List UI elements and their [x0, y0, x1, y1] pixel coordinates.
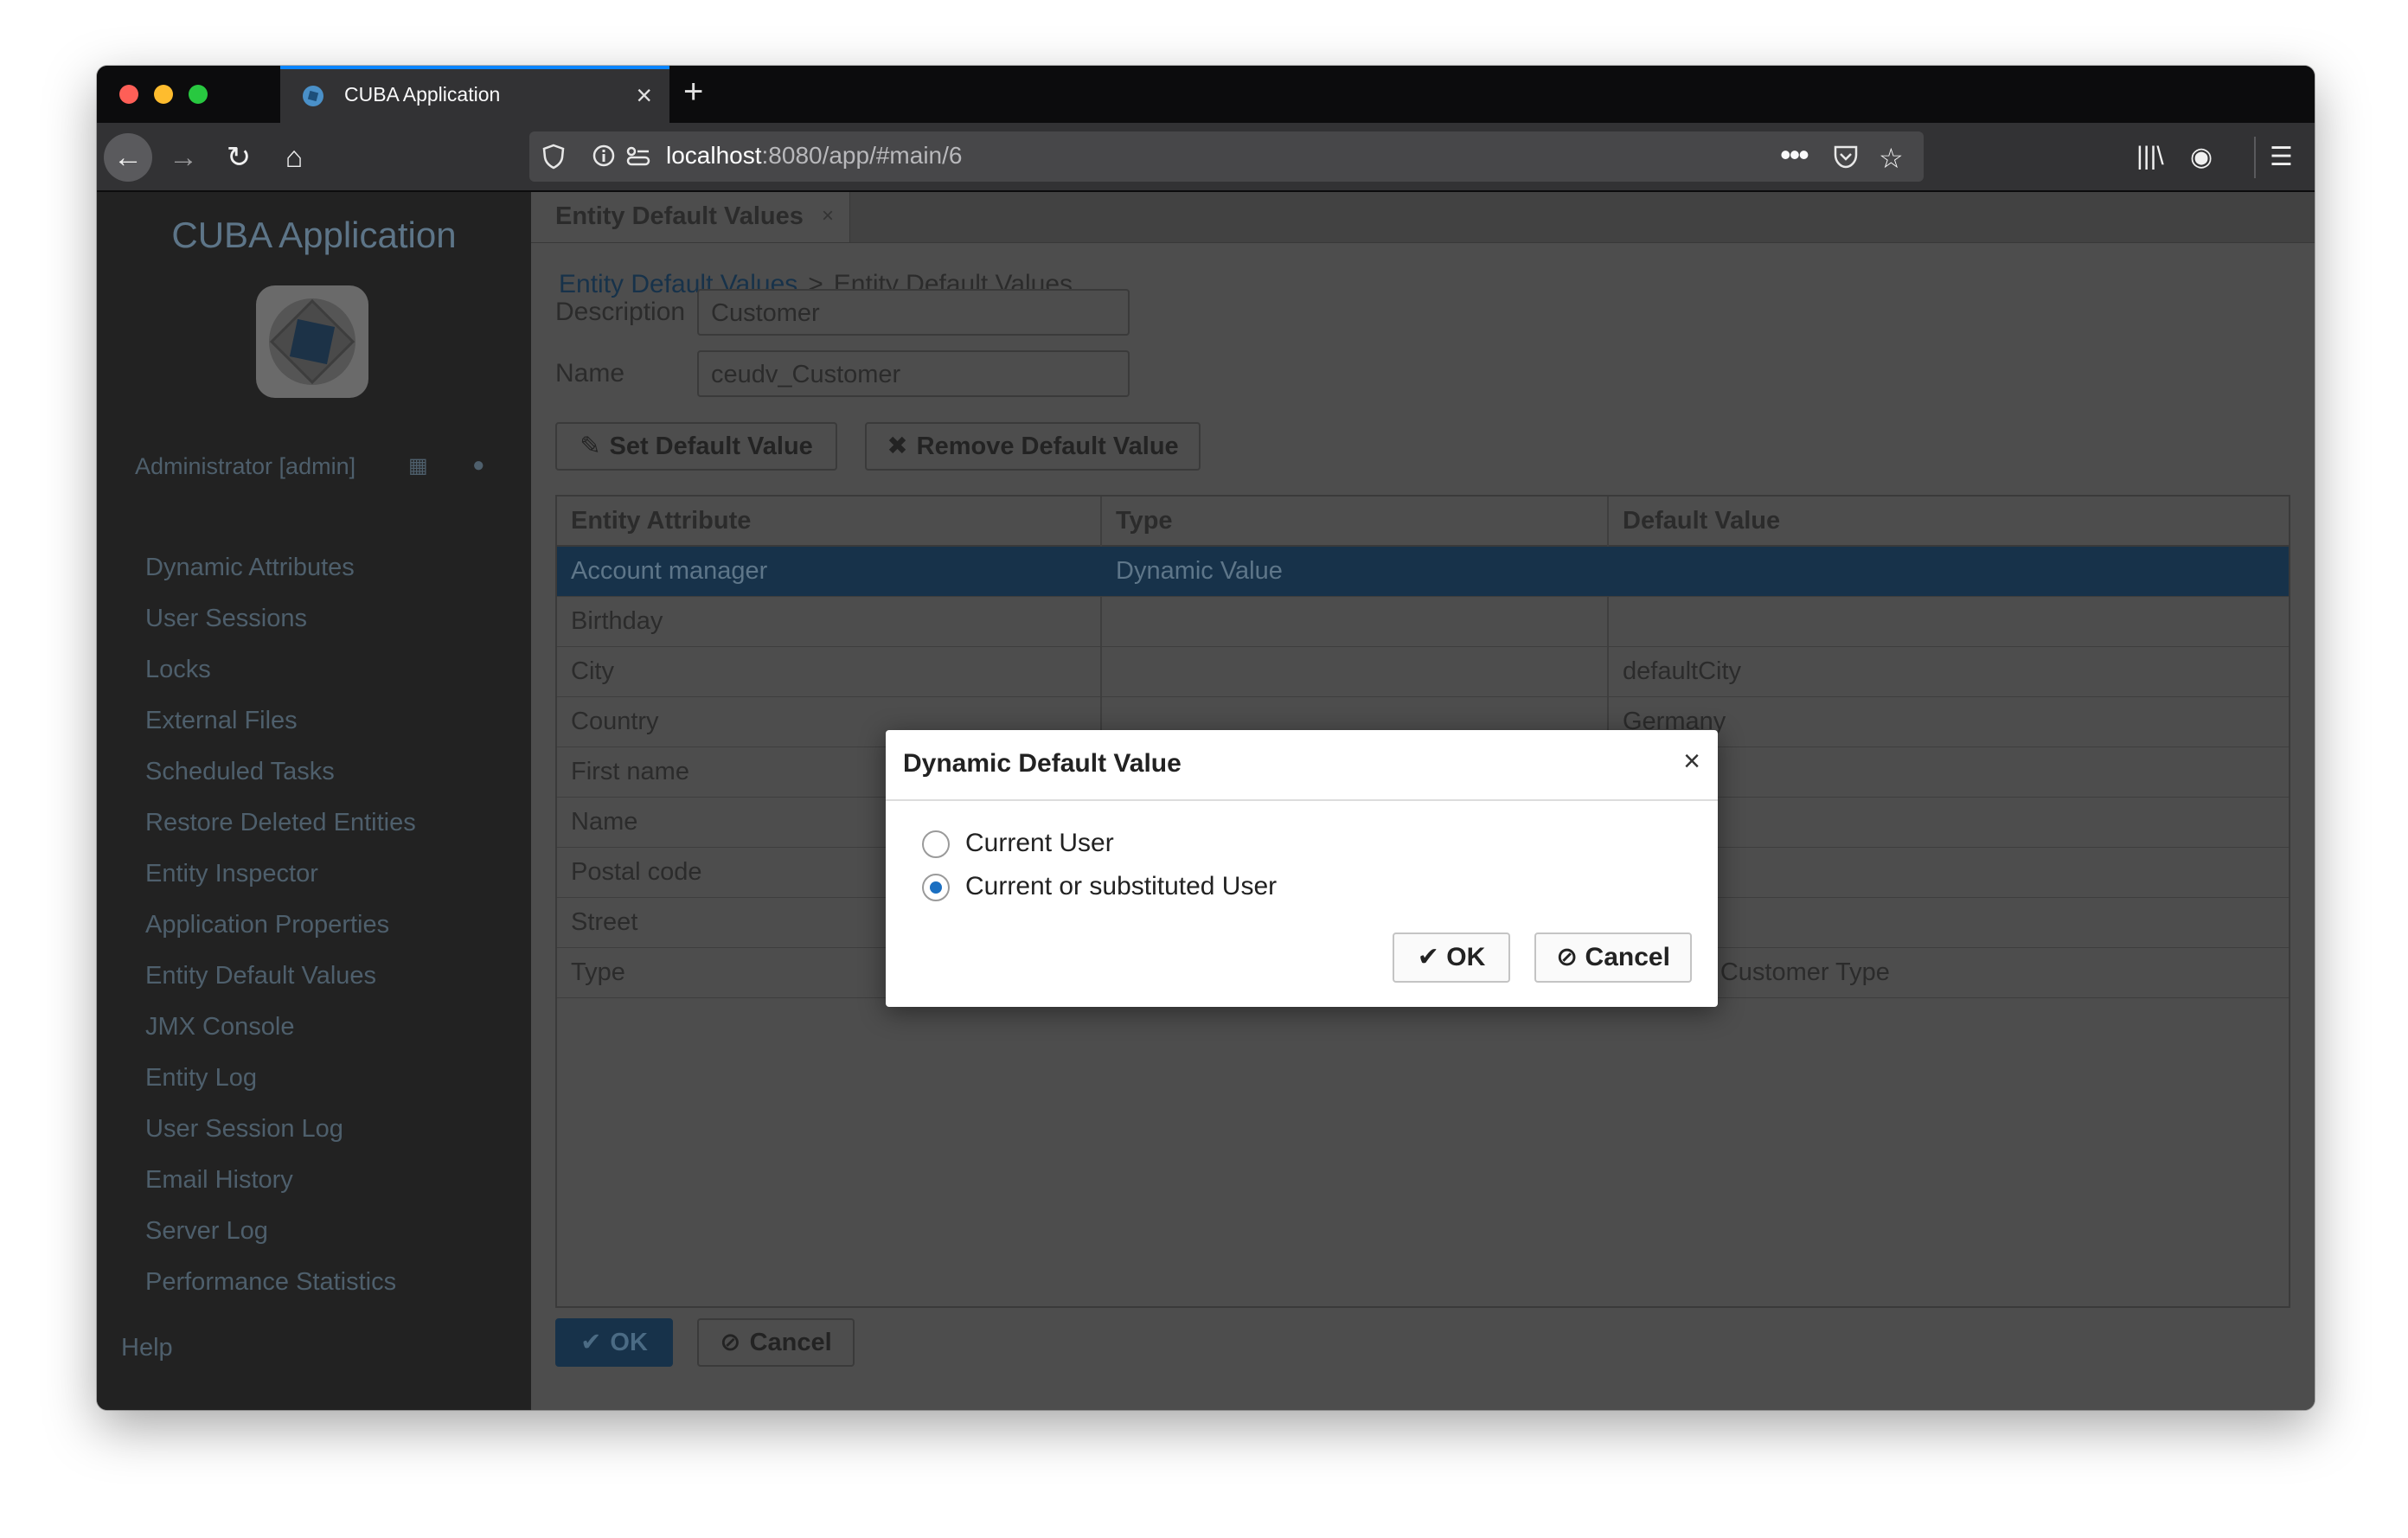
cell-attribute: Account manager — [571, 557, 768, 585]
cell-attribute: Name — [571, 808, 638, 836]
hamburger-menu-icon[interactable]: ☰ — [2270, 142, 2293, 172]
pencil-icon: ✎ — [580, 433, 601, 460]
menu-item-external-files[interactable]: External Files — [145, 707, 416, 758]
screen-cancel-button[interactable]: ⊘ Cancel — [697, 1318, 855, 1367]
app-logo — [256, 285, 368, 398]
address-bar[interactable]: localhost:8080/app/#main/6 ••• ☆ — [529, 131, 1924, 182]
tracking-shield-icon[interactable] — [541, 144, 566, 170]
cuba-favicon-icon — [303, 86, 323, 106]
table-row[interactable]: Account manager Dynamic Value — [557, 547, 2289, 597]
dynamic-default-value-dialog: Dynamic Default Value × Current User Cur… — [886, 730, 1718, 1007]
menu-item-entity-log[interactable]: Entity Log — [145, 1064, 416, 1115]
name-field[interactable]: ceudv_Customer — [697, 350, 1130, 397]
browser-nav-bar: ← → ↻ ⌂ localhost:8080/app/#main/6 ••• ☆… — [97, 123, 2315, 192]
minimize-window-button[interactable] — [154, 85, 173, 104]
menu-item-help[interactable]: Help — [121, 1334, 173, 1362]
description-field[interactable]: Customer — [697, 289, 1130, 336]
site-info-icon[interactable] — [592, 144, 616, 168]
menu-item-server-log[interactable]: Server Log — [145, 1217, 416, 1268]
browser-window: CUBA Application × + ← → ↻ ⌂ localhost:8… — [97, 66, 2315, 1410]
description-label: Description — [555, 298, 686, 326]
cell-attribute: Type — [571, 958, 625, 986]
radio-button-unchecked[interactable] — [922, 830, 950, 858]
cell-type: Dynamic Value — [1116, 557, 1283, 585]
screen-tab-strip: Entity Default Values × — [531, 192, 2315, 243]
bookmark-star-icon[interactable]: ☆ — [1879, 142, 1904, 175]
cuba-logo-icon — [269, 298, 355, 385]
cell-attribute: City — [571, 657, 614, 685]
reload-icon[interactable]: ↻ — [215, 133, 263, 182]
cell-attribute: Birthday — [571, 607, 663, 635]
screen-tab-entity-default-values[interactable]: Entity Default Values × — [531, 192, 850, 242]
new-tab-icon[interactable]: + — [683, 74, 703, 109]
table-header: Entity Attribute Type Default Value — [557, 497, 2289, 547]
pocket-icon[interactable] — [1832, 144, 1860, 170]
table-row[interactable]: Birthday — [557, 597, 2289, 647]
cancel-circle-icon: ⊘ — [720, 1329, 741, 1356]
app-title: CUBA Application — [171, 215, 457, 255]
column-header-default-value[interactable]: Default Value — [1623, 507, 1780, 535]
close-window-button[interactable] — [119, 85, 138, 104]
checkmark-icon: ✔ — [1417, 943, 1439, 971]
forward-arrow-icon[interactable]: → — [159, 133, 208, 182]
browser-tab-title: CUBA Application — [344, 83, 501, 106]
close-tab-icon[interactable]: × — [636, 78, 652, 112]
menu-item-entity-inspector[interactable]: Entity Inspector — [145, 860, 416, 911]
dialog-header: Dynamic Default Value × — [886, 730, 1718, 801]
dialog-close-icon[interactable]: × — [1683, 744, 1700, 779]
menu-item-restore-deleted-entities[interactable]: Restore Deleted Entities — [145, 809, 416, 860]
dialog-title: Dynamic Default Value — [903, 749, 1182, 778]
side-menu: CUBA Application Administrator [admin] ▦… — [97, 192, 531, 1410]
current-user-label[interactable]: Administrator [admin] — [135, 453, 355, 480]
menu-item-jmx-console[interactable]: JMX Console — [145, 1013, 416, 1064]
cell-attribute: First name — [571, 758, 689, 785]
cancel-circle-icon: ⊘ — [1556, 943, 1579, 971]
radio-label[interactable]: Current User — [965, 829, 1114, 858]
cell-attribute: Postal code — [571, 858, 702, 886]
home-icon[interactable]: ⌂ — [270, 133, 318, 182]
zoom-window-button[interactable] — [189, 85, 208, 104]
checkmark-icon: ✔ — [580, 1329, 602, 1356]
cell-default: defaultCity — [1623, 657, 1742, 685]
name-label: Name — [555, 359, 625, 388]
substitute-user-icon[interactable]: ▦ — [408, 453, 428, 478]
radio-button-checked[interactable] — [922, 874, 950, 901]
radio-label[interactable]: Current or substituted User — [965, 872, 1277, 901]
library-icon[interactable]: |||\ — [2136, 142, 2164, 171]
user-profile-icon[interactable]: ● — [472, 453, 485, 477]
browser-tab-bar: CUBA Application × + — [97, 66, 2315, 123]
menu-item-user-sessions[interactable]: User Sessions — [145, 605, 416, 656]
menu-item-locks[interactable]: Locks — [145, 656, 416, 707]
screen-ok-button[interactable]: ✔ OK — [555, 1318, 673, 1367]
remove-default-value-button[interactable]: ✖ Remove Default Value — [865, 422, 1201, 471]
page-actions-more-icon[interactable]: ••• — [1780, 137, 1809, 173]
column-header-entity-attribute[interactable]: Entity Attribute — [571, 507, 751, 535]
menu-item-application-properties[interactable]: Application Properties — [145, 911, 416, 962]
set-default-value-button[interactable]: ✎ Set Default Value — [555, 422, 837, 471]
table-row[interactable]: City defaultCity — [557, 647, 2289, 697]
column-header-type[interactable]: Type — [1116, 507, 1173, 535]
screen-tab-label: Entity Default Values — [555, 202, 804, 230]
menu-item-email-history[interactable]: Email History — [145, 1166, 416, 1217]
menu-item-performance-statistics[interactable]: Performance Statistics — [145, 1268, 416, 1319]
url-text[interactable]: localhost:8080/app/#main/6 — [666, 142, 962, 170]
browser-tab-active[interactable]: CUBA Application × — [280, 66, 669, 123]
cell-attribute: Country — [571, 708, 659, 735]
permissions-icon[interactable] — [624, 144, 652, 168]
dialog-ok-button[interactable]: ✔ OK — [1393, 932, 1510, 983]
remove-x-icon: ✖ — [887, 433, 908, 460]
menu-item-user-session-log[interactable]: User Session Log — [145, 1115, 416, 1166]
menu-item-dynamic-attributes[interactable]: Dynamic Attributes — [145, 554, 416, 605]
menu-item-entity-default-values[interactable]: Entity Default Values — [145, 962, 416, 1013]
close-screen-tab-icon[interactable]: × — [822, 204, 834, 228]
back-arrow-icon[interactable]: ← — [104, 133, 152, 182]
account-icon[interactable]: ◉ — [2190, 142, 2213, 172]
cell-attribute: Street — [571, 908, 638, 936]
side-menu-list: Dynamic Attributes User Sessions Locks E… — [145, 554, 416, 1319]
menu-item-scheduled-tasks[interactable]: Scheduled Tasks — [145, 758, 416, 809]
dialog-cancel-button[interactable]: ⊘ Cancel — [1534, 932, 1692, 983]
toolbar-divider — [2254, 137, 2256, 178]
